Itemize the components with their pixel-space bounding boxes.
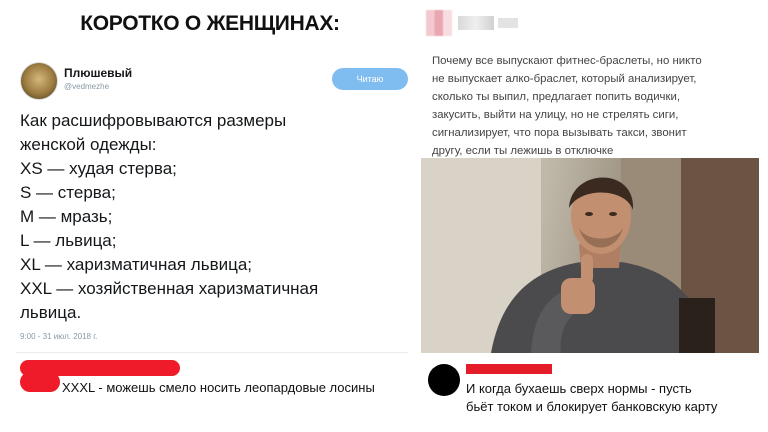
comment-right-line: бьёт током и блокирует банковскую карту <box>466 399 718 414</box>
avatar[interactable] <box>20 62 58 100</box>
tweet-handle[interactable]: @vedmezhe <box>64 82 109 91</box>
tweet-timestamp[interactable]: 9:00 - 31 июл. 2018 г. <box>20 332 97 341</box>
post-line: Почему все выпускают фитнес-браслеты, но… <box>432 55 702 67</box>
tweet-line: женской одежды: <box>20 135 157 154</box>
tweet-line: XXL — хозяйственная харизматичная <box>20 279 319 298</box>
tweet-text: Как расшифровываются размеры женской оде… <box>20 109 400 325</box>
comment-left-text: XXXL - можешь смело носить леопардовые л… <box>62 380 375 395</box>
blurred-username <box>458 16 494 30</box>
tweet-line: L — львица; <box>20 231 117 250</box>
page-title: КОРОТКО О ЖЕНЩИНАХ: <box>80 12 340 35</box>
tweet-line: M — мразь; <box>20 207 113 226</box>
tweet-line: S — стерва; <box>20 183 116 202</box>
post-photo <box>421 158 759 353</box>
tweet-line: XL — харизматичная львица; <box>20 255 253 274</box>
post-line: сигнализирует, что пора вызывать такси, … <box>432 127 687 139</box>
tweet-line: львица. <box>20 303 82 322</box>
redacted-username-right <box>466 364 552 374</box>
man-thumbs-up-illustration <box>421 158 759 353</box>
comment-right-text: И когда бухаешь сверх нормы - пусть бьёт… <box>466 380 756 416</box>
tweet-card: Плюшевый @vedmezhe Читаю Как расшифровыв… <box>16 56 408 353</box>
tweet-line: Как расшифровываются размеры <box>20 111 287 130</box>
post-line: не выпускает алко-браслет, который анали… <box>432 73 697 85</box>
post-line: закусить, выйти на улицу, но не стрелять… <box>432 109 679 121</box>
follow-button[interactable]: Читаю <box>332 68 408 90</box>
post-line: сколько ты выпил, предлагает попить води… <box>432 91 681 103</box>
tweet-line: XS — худая стерва; <box>20 159 177 178</box>
post-text: Почему все выпускают фитнес-браслеты, но… <box>432 52 758 160</box>
blurred-avatar <box>426 10 452 36</box>
redacted-avatar <box>20 372 60 392</box>
commenter-avatar <box>428 364 460 396</box>
blurred-username-extra <box>498 18 518 28</box>
tweet-display-name[interactable]: Плюшевый <box>64 66 132 80</box>
comment-right-line: И когда бухаешь сверх нормы - пусть <box>466 381 692 396</box>
